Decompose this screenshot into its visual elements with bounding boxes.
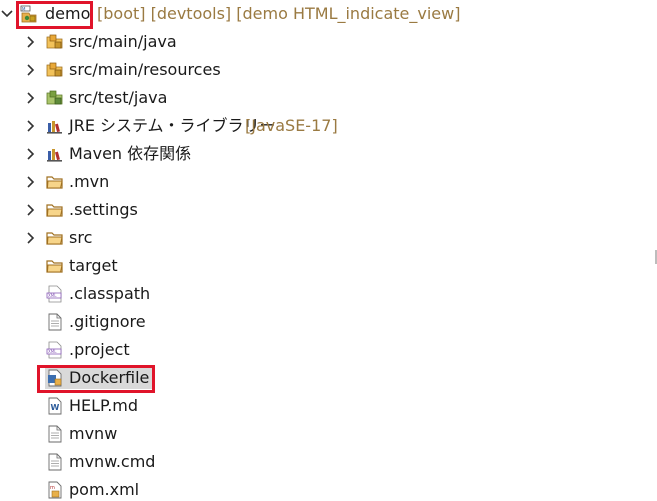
annotation-highlight-box	[37, 365, 155, 393]
text-file-icon	[46, 313, 64, 331]
tree-item-maven[interactable]: Maven 依存関係	[0, 140, 650, 168]
tree-item-label: src/main/resources	[69, 60, 221, 79]
tree-item-mvnw[interactable]: mvnw	[0, 420, 650, 448]
tree-item-mvnw-cmd[interactable]: mvnw.cmd	[0, 448, 650, 476]
folder-icon	[46, 201, 64, 219]
tree-item-mvn[interactable]: .mvn	[0, 168, 650, 196]
tree-item-jre[interactable]: JRE システム・ライブラリー [JavaSE-17]	[0, 112, 650, 140]
tree-item-pom-xml[interactable]: m pom.xml	[0, 476, 650, 501]
tree-item-label: pom.xml	[69, 480, 140, 499]
tree-item-label: HELP.md	[69, 396, 139, 415]
text-file-icon	[46, 453, 64, 471]
tree-item-label: src/test/java	[69, 88, 168, 107]
svg-text:XML: XML	[48, 349, 57, 354]
markdown-file-icon: W	[46, 397, 64, 415]
java-source-folder-icon	[46, 33, 64, 51]
tree-item-label: .mvn	[69, 172, 110, 191]
library-icon	[46, 117, 64, 135]
chevron-right-icon[interactable]	[24, 147, 36, 161]
tree-root-demo[interactable]: M demo [boot] [devtools] [demo HTML_indi…	[0, 0, 650, 28]
svg-text:XML: XML	[48, 293, 57, 298]
tree-item-label: .project	[69, 340, 130, 359]
text-file-icon	[46, 425, 64, 443]
maven-pom-icon: m	[46, 481, 64, 499]
tree-root-decoration: [boot] [devtools] [demo HTML_indicate_vi…	[97, 4, 461, 23]
chevron-right-icon[interactable]	[24, 63, 36, 77]
tree-item-label: .classpath	[69, 284, 151, 303]
java-test-source-folder-icon	[46, 89, 64, 107]
tree-item-target[interactable]: target	[0, 252, 650, 280]
tree-item-label: .settings	[69, 200, 138, 219]
tree-item-label: mvnw.cmd	[69, 452, 156, 471]
chevron-right-icon[interactable]	[24, 91, 36, 105]
library-icon	[46, 145, 64, 163]
tree-item-src-main-resources[interactable]: src/main/resources	[0, 56, 650, 84]
tree-item-label: src/main/java	[69, 32, 177, 51]
tree-item-src-test-java[interactable]: src/test/java	[0, 84, 650, 112]
tree-item-label: Maven 依存関係	[69, 144, 192, 163]
tree-item-help-md[interactable]: W HELP.md	[0, 392, 650, 420]
tree-item-src[interactable]: src	[0, 224, 650, 252]
java-source-folder-icon	[46, 61, 64, 79]
chevron-right-icon[interactable]	[24, 231, 36, 245]
svg-text:m: m	[50, 485, 55, 491]
tree-item-project[interactable]: XML .project	[0, 336, 650, 364]
chevron-right-icon[interactable]	[24, 203, 36, 217]
package-explorer-tree: M demo [boot] [devtools] [demo HTML_indi…	[0, 0, 657, 501]
chevron-down-icon[interactable]	[1, 7, 13, 21]
tree-item-label: .gitignore	[69, 312, 146, 331]
tree-item-classpath[interactable]: XML .classpath	[0, 280, 650, 308]
tree-item-gitignore[interactable]: .gitignore	[0, 308, 650, 336]
tree-item-decoration: [JavaSE-17]	[245, 116, 338, 135]
annotation-highlight-box	[16, 1, 93, 29]
tree-item-settings[interactable]: .settings	[0, 196, 650, 224]
tree-item-label: mvnw	[69, 424, 118, 443]
xml-file-icon: XML	[46, 285, 64, 303]
tree-item-src-main-java[interactable]: src/main/java	[0, 28, 650, 56]
xml-file-icon: XML	[46, 341, 64, 359]
folder-icon	[46, 173, 64, 191]
svg-text:W: W	[51, 403, 60, 412]
chevron-right-icon[interactable]	[24, 119, 36, 133]
folder-icon	[46, 229, 64, 247]
folder-icon	[46, 257, 64, 275]
tree-item-label: src	[69, 228, 93, 247]
chevron-right-icon[interactable]	[24, 35, 36, 49]
tree-item-label: target	[69, 256, 118, 275]
chevron-right-icon[interactable]	[24, 175, 36, 189]
